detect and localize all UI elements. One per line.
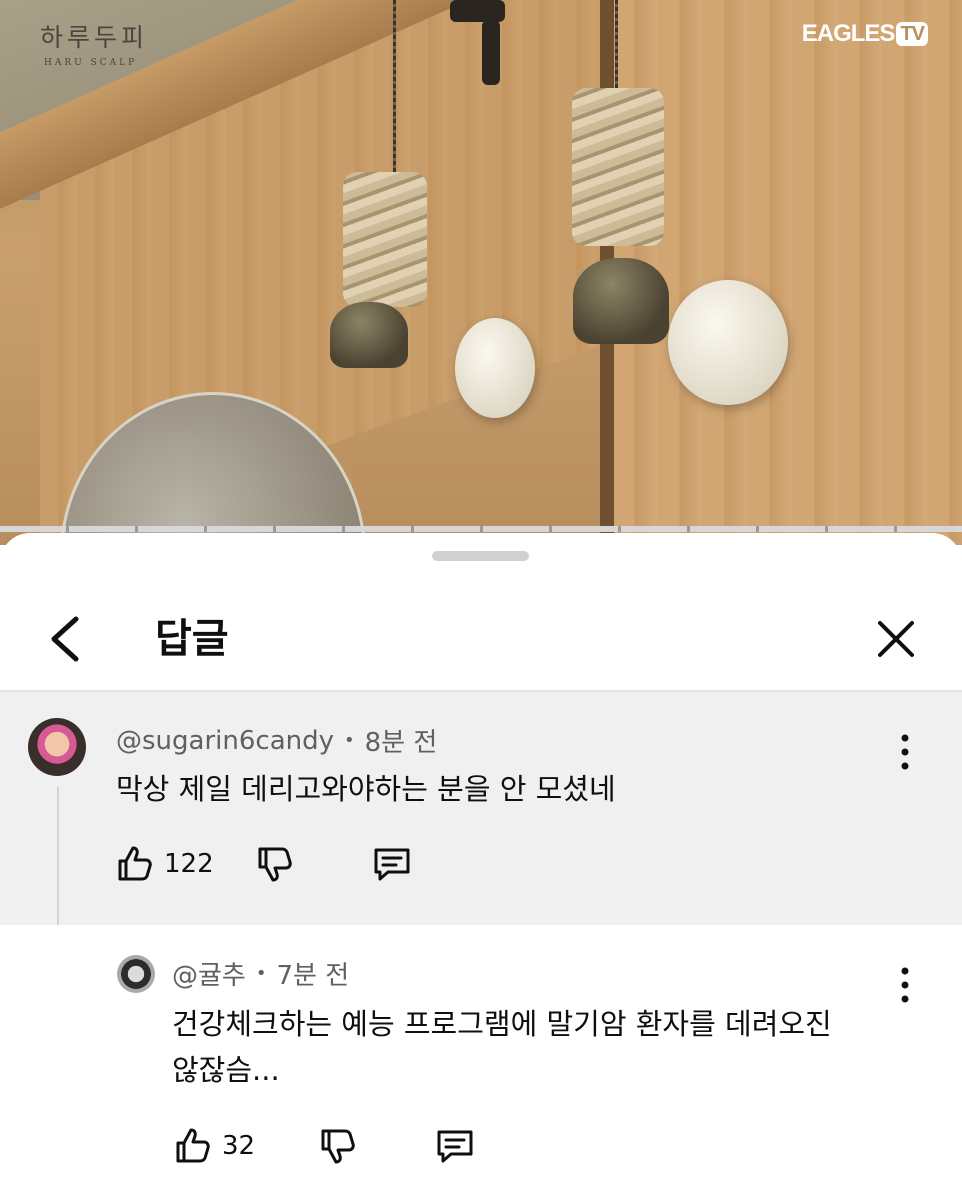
comment-meta: @귤추 • 7분 전 bbox=[172, 955, 349, 992]
video-chain-left bbox=[393, 0, 396, 180]
like-button[interactable]: 122 bbox=[114, 844, 214, 884]
thread-line bbox=[57, 787, 59, 925]
avatar[interactable] bbox=[117, 955, 155, 993]
channel-logo-haru-scalp: 하루두피 HARU SCALP bbox=[40, 18, 148, 68]
meta-separator-dot: • bbox=[255, 963, 267, 984]
back-button[interactable] bbox=[40, 611, 90, 667]
comment-more-button[interactable] bbox=[890, 730, 920, 774]
video-rope-left bbox=[343, 172, 427, 307]
reply-button[interactable] bbox=[433, 1126, 477, 1166]
channel-logo-eagles-text: EAGLES bbox=[801, 20, 896, 47]
chevron-left-icon bbox=[51, 616, 79, 662]
more-vertical-icon bbox=[901, 967, 909, 1003]
reply-bubble-icon bbox=[374, 848, 410, 881]
comment-author[interactable]: @귤추 bbox=[172, 955, 246, 992]
reply-comment: @귤추 • 7분 전 건강체크하는 예능 프로그램에 말기암 환자를 데려오진 … bbox=[0, 925, 962, 1200]
comment-time: 8분 전 bbox=[364, 728, 438, 758]
video-bell-left bbox=[330, 302, 408, 368]
channel-logo-english: HARU SCALP bbox=[44, 58, 138, 68]
comment-meta: @sugarin6candy • 8분 전 bbox=[116, 722, 437, 759]
comment-actions: 32 bbox=[172, 1126, 477, 1166]
video-hook-stem bbox=[482, 20, 500, 85]
like-button[interactable]: 32 bbox=[172, 1126, 255, 1166]
video-bell-right bbox=[573, 258, 669, 344]
comment-author[interactable]: @sugarin6candy bbox=[116, 726, 334, 756]
comment-time: 7분 전 bbox=[276, 961, 350, 991]
comment-text: 막상 제일 데리고와야하는 분을 안 모셨네 bbox=[116, 772, 616, 806]
sheet-header: 답글 bbox=[0, 589, 962, 689]
video-hook bbox=[450, 0, 505, 22]
close-button[interactable] bbox=[868, 611, 924, 667]
video-player[interactable]: 하루두피 HARU SCALP EAGLES TV bbox=[0, 0, 962, 545]
thumbs-up-icon bbox=[176, 1128, 210, 1163]
comment-text-line: 건강체크하는 예능 프로그램에 말기암 환자를 데려오진 bbox=[172, 1007, 832, 1041]
meta-separator-dot: • bbox=[344, 730, 355, 751]
video-door-stop-left bbox=[455, 318, 535, 418]
video-rope-right bbox=[572, 88, 664, 246]
comment-text: 건강체크하는 예능 프로그램에 말기암 환자를 데려오진 않잖슴... bbox=[172, 1001, 832, 1093]
video-chain-right bbox=[615, 0, 618, 95]
thumbs-down-icon bbox=[321, 1129, 355, 1164]
more-vertical-icon bbox=[901, 734, 909, 770]
channel-logo-korean: 하루두피 bbox=[40, 23, 149, 52]
comment-actions: 122 bbox=[114, 844, 414, 884]
replies-sheet: 답글 @sugarin6candy • 8분 전 막상 제일 데리고와야하는 분… bbox=[0, 533, 962, 1200]
comment-text-line: 않잖슴... bbox=[172, 1053, 280, 1087]
channel-logo-eagles-tv: EAGLES TV bbox=[802, 20, 928, 48]
channel-logo-tv-badge: TV bbox=[896, 22, 928, 46]
close-icon bbox=[878, 621, 914, 657]
like-count: 122 bbox=[164, 849, 214, 879]
dislike-button[interactable] bbox=[254, 844, 294, 884]
video-door-stop-right bbox=[668, 280, 788, 405]
video-door-right bbox=[612, 0, 962, 545]
thumbs-down-icon bbox=[258, 847, 292, 882]
avatar[interactable] bbox=[28, 718, 86, 776]
reply-bubble-icon bbox=[437, 1130, 473, 1163]
thumbs-up-icon bbox=[118, 846, 152, 881]
parent-comment: @sugarin6candy • 8분 전 막상 제일 데리고와야하는 분을 안… bbox=[0, 692, 962, 925]
like-count: 32 bbox=[222, 1131, 256, 1161]
comment-more-button[interactable] bbox=[890, 963, 920, 1007]
dislike-button[interactable] bbox=[317, 1126, 357, 1166]
sheet-title: 답글 bbox=[155, 616, 229, 662]
video-progress-bar[interactable] bbox=[0, 526, 962, 532]
reply-button[interactable] bbox=[370, 844, 414, 884]
sheet-drag-handle[interactable] bbox=[432, 551, 529, 561]
